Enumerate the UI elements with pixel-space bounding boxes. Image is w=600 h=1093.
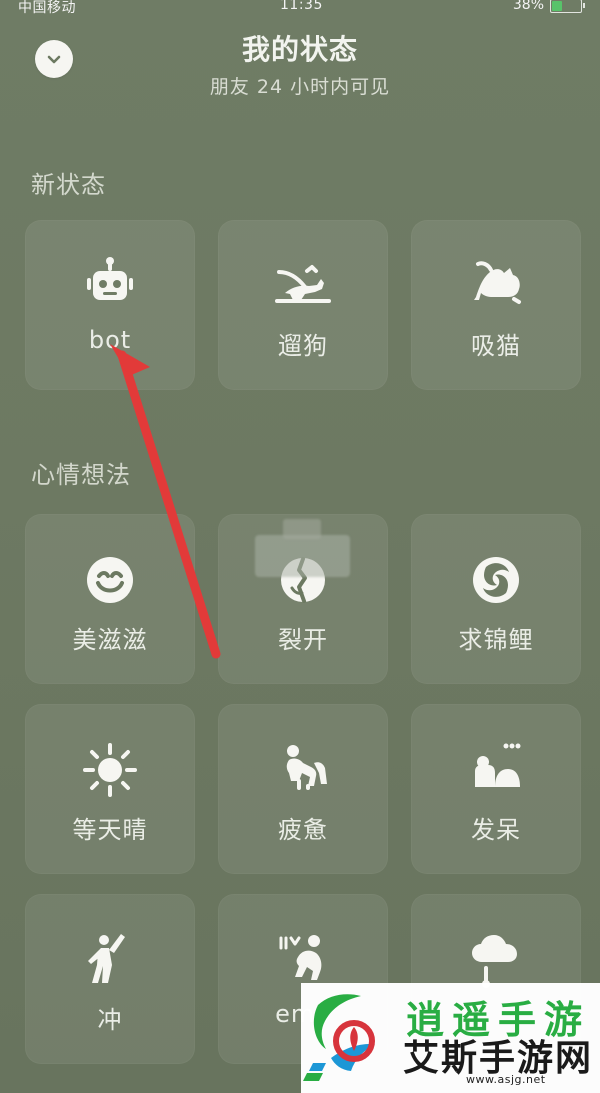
mood-tile-charge[interactable]: 冲 (25, 894, 195, 1064)
section-title-mood: 心情想法 (31, 461, 131, 489)
mood-tile-label: 等天晴 (72, 816, 148, 844)
page-subtitle: 朋友 24 小时内可见 (209, 76, 391, 98)
koi-icon (473, 557, 519, 603)
watermark-logo (303, 994, 375, 1081)
status-tile-label: 吸猫 (471, 332, 521, 360)
mood-tile-daydream[interactable]: 发呆 (411, 704, 581, 874)
page-title: 我的状态 (241, 33, 358, 66)
image-smudge (255, 519, 350, 577)
watermark-url: www.asjg.net (466, 1073, 546, 1086)
section-title-new-status: 新状态 (31, 171, 106, 199)
status-tile-label: bot (88, 326, 132, 354)
cheer-icon (88, 934, 125, 983)
mood-tile-label: 裂开 (278, 626, 328, 654)
mood-tile-label: 求锦鲤 (458, 626, 534, 654)
smile-icon (87, 557, 133, 603)
status-header: 我的状态 朋友 24 小时内可见 (0, 0, 600, 110)
status-tile-label: 遛狗 (278, 332, 328, 360)
mood-tile-sun[interactable]: 等天晴 (25, 704, 195, 874)
robot-icon (87, 257, 133, 300)
status-tile-dog-walking[interactable]: 遛狗 (218, 220, 388, 390)
cat-icon (474, 261, 521, 304)
mood-tile-label: 美滋滋 (72, 626, 148, 654)
mood-tile-label: 疲惫 (278, 816, 328, 844)
status-tile-bot[interactable]: bot (25, 220, 195, 390)
mood-tile-label: 冲 (97, 1006, 123, 1034)
mood-tile-label: 发呆 (471, 816, 521, 844)
mood-grid: 美滋滋 裂开 求锦鲤 等天晴 疲惫 发呆 冲 (25, 514, 581, 1064)
mood-tile-tired[interactable]: 疲惫 (218, 704, 388, 874)
sun-icon (83, 743, 137, 797)
daydream-icon (475, 743, 521, 787)
new-status-grid: bot 遛狗 吸猫 (25, 220, 581, 390)
watermark-banner: 逍遥手游 艾斯手游网 www.asjg.net (301, 983, 600, 1093)
mood-tile-happy[interactable]: 美滋滋 (25, 514, 195, 684)
dog-walking-icon (275, 265, 331, 303)
tired-person-icon (286, 745, 327, 790)
mood-tile-koi[interactable]: 求锦鲤 (411, 514, 581, 684)
status-tile-cat[interactable]: 吸猫 (411, 220, 581, 390)
